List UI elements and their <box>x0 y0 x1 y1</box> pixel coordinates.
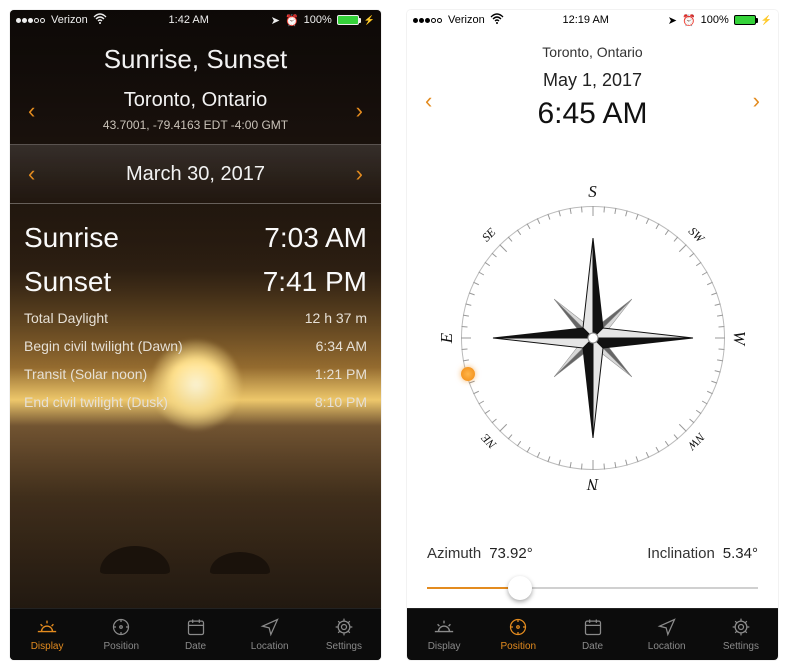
battery-icon <box>734 15 756 25</box>
date-next-button[interactable]: › <box>352 155 367 193</box>
tab-date[interactable]: Date <box>555 609 629 660</box>
tab-display[interactable]: Display <box>10 609 84 660</box>
date-next-button[interactable]: › <box>749 82 764 120</box>
status-bar: Verizon 1:42 AM ➤ ⏰ 100% ⚡ <box>10 10 381 30</box>
calendar-icon <box>185 617 207 637</box>
detail-row: End civil twilight (Dusk)8:10 PM <box>24 388 367 416</box>
date-row: ‹ March 30, 2017 › <box>10 144 381 204</box>
battery-percent: 100% <box>304 14 332 26</box>
sunrise-icon <box>36 617 58 637</box>
compass-icon <box>110 617 132 637</box>
alarm-icon: ⏰ <box>682 14 696 27</box>
slider-thumb[interactable] <box>508 576 532 600</box>
sunrise-label: Sunrise <box>24 222 119 254</box>
tab-position[interactable]: Position <box>84 609 158 660</box>
date-prev-button[interactable]: ‹ <box>421 82 436 120</box>
gear-icon <box>730 617 752 637</box>
sunrise-icon <box>433 617 455 637</box>
tab-bar: Display Position Date Location Settings <box>10 608 381 660</box>
date-prev-button[interactable]: ‹ <box>24 155 39 193</box>
charging-icon: ⚡ <box>761 15 772 26</box>
location-coords: 43.7001, -79.4163 EDT -4:00 GMT <box>103 118 288 132</box>
carrier-label: Verizon <box>448 14 485 26</box>
horizon-silhouette <box>10 494 381 584</box>
status-time: 1:42 AM <box>169 14 209 26</box>
location-next-button[interactable]: › <box>352 92 367 130</box>
display-screen: Verizon 1:42 AM ➤ ⏰ 100% ⚡ Sunrise, Suns… <box>10 10 381 660</box>
battery-icon <box>337 15 359 25</box>
date-label: March 30, 2017 <box>126 163 265 186</box>
carrier-label: Verizon <box>51 14 88 26</box>
charging-icon: ⚡ <box>364 15 375 26</box>
location-city: Toronto, Ontario <box>421 44 764 60</box>
calendar-icon <box>582 617 604 637</box>
position-screen: Verizon 12:19 AM ➤ ⏰ 100% ⚡ Toronto, Ont… <box>407 10 778 660</box>
inclination-value: 5.34° <box>723 545 758 562</box>
time-slider[interactable] <box>407 562 778 608</box>
status-bar: Verizon 12:19 AM ➤ ⏰ 100% ⚡ <box>407 10 778 30</box>
date-row: ‹ May 1, 2017 6:45 AM › <box>407 70 778 131</box>
tab-settings[interactable]: Settings <box>704 609 778 660</box>
tab-date[interactable]: Date <box>158 609 232 660</box>
detail-row: Transit (Solar noon)1:21 PM <box>24 360 367 388</box>
tab-display[interactable]: Display <box>407 609 481 660</box>
detail-row: Total Daylight12 h 37 m <box>24 304 367 332</box>
battery-percent: 100% <box>701 14 729 26</box>
location-prev-button[interactable]: ‹ <box>24 92 39 130</box>
azimuth-label: Azimuth <box>427 545 481 562</box>
gear-icon <box>333 617 355 637</box>
tab-settings[interactable]: Settings <box>307 609 381 660</box>
inclination-label: Inclination <box>647 545 715 562</box>
time-label: 6:45 AM <box>537 97 647 131</box>
tab-location[interactable]: Location <box>233 609 307 660</box>
sunset-time: 7:41 PM <box>263 266 367 298</box>
location-icon: ➤ <box>271 14 280 27</box>
header: Toronto, Ontario <box>407 30 778 60</box>
sunset-label: Sunset <box>24 266 111 298</box>
sunrise-row: Sunrise 7:03 AM <box>24 216 367 260</box>
signal-dots-icon <box>413 14 443 26</box>
sunrise-time: 7:03 AM <box>264 222 367 254</box>
location-arrow-icon <box>656 617 678 637</box>
tab-location[interactable]: Location <box>630 609 704 660</box>
compass-icon <box>507 617 529 637</box>
readout-row: Azimuth 73.92° Inclination 5.34° <box>407 545 778 562</box>
compass-dir-s: S <box>588 182 597 202</box>
location-arrow-icon <box>259 617 281 637</box>
alarm-icon: ⏰ <box>285 14 299 27</box>
compass-dir-n: N <box>587 474 598 494</box>
compass-dir-w: W <box>729 331 749 345</box>
location-city: Toronto, Ontario <box>103 89 288 112</box>
compass: SSWWNWNNEESE <box>407 131 778 545</box>
status-time: 12:19 AM <box>562 14 608 26</box>
sunset-row: Sunset 7:41 PM <box>24 260 367 304</box>
page-title: Sunrise, Sunset <box>10 44 381 75</box>
tab-bar: Display Position Date Location Settings <box>407 608 778 660</box>
azimuth-value: 73.92° <box>489 545 533 562</box>
detail-row: Begin civil twilight (Dawn)6:34 AM <box>24 332 367 360</box>
wifi-icon <box>93 13 107 27</box>
sun-position-dot <box>461 367 475 381</box>
date-label: May 1, 2017 <box>537 70 647 91</box>
location-icon: ➤ <box>668 14 677 27</box>
tab-position[interactable]: Position <box>481 609 555 660</box>
compass-dir-e: E <box>437 333 457 343</box>
location-row: ‹ Toronto, Ontario 43.7001, -79.4163 EDT… <box>10 89 381 132</box>
metrics: Sunrise 7:03 AM Sunset 7:41 PM Total Day… <box>10 204 381 416</box>
wifi-icon <box>490 13 504 27</box>
signal-dots-icon <box>16 14 46 26</box>
